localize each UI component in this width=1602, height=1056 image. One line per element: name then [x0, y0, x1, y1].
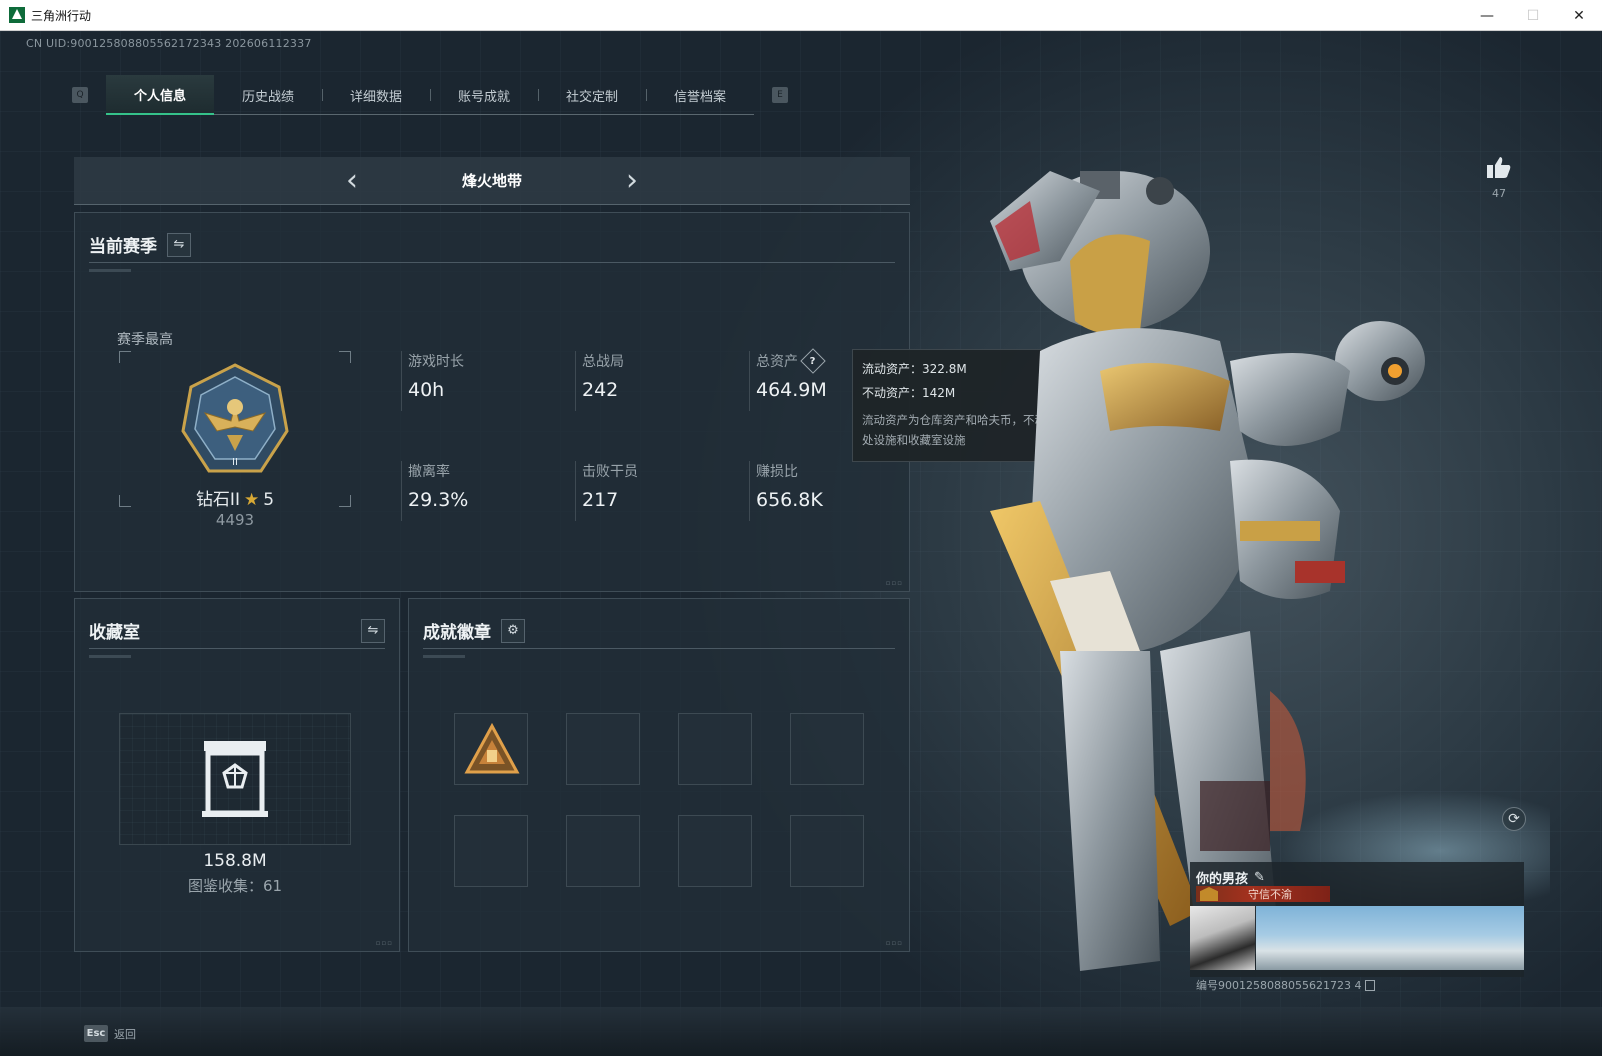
tab-detailed-data[interactable]: 详细数据 [322, 75, 430, 115]
header-underline [423, 655, 465, 658]
stat-value: 29.3% [408, 489, 469, 511]
badge-slot[interactable] [678, 713, 752, 785]
player-card[interactable]: 你的男孩 ✎ 守信不渝 [1190, 862, 1524, 977]
stat-total-matches: 总战局 242 [575, 351, 725, 411]
header-underline [89, 655, 131, 658]
stat-value: 656.8K [756, 489, 823, 511]
profile-tab-bar: Q 个人信息 历史战绩 详细数据 账号成就 社交定制 信誉档案 E [72, 75, 788, 115]
frame-corner [339, 495, 351, 507]
stat-operators-defeated: 击败干员 217 [575, 461, 725, 521]
avatar[interactable] [1190, 906, 1255, 970]
header-underline [89, 269, 131, 272]
badge-slot[interactable] [790, 713, 864, 785]
rank-tier: 钻石II [195, 490, 240, 510]
stat-value: 242 [582, 379, 619, 401]
stat-playtime: 游戏时长 40h [401, 351, 551, 411]
stat-value: 40h [408, 379, 445, 401]
tab-history[interactable]: 历史战绩 [214, 75, 322, 115]
collection-title: 收藏室 [89, 623, 140, 643]
mode-selector: ‹ 烽火地带 › [74, 157, 910, 205]
season-panel: 当前赛季 ⇋ 赛季最高 II 钻石II ★ 5 4493 游戏时长 40h 总战局 … [74, 212, 910, 592]
collection-value: 158.8M [203, 851, 267, 871]
refresh-icon[interactable]: ⟳ [1502, 807, 1526, 831]
edit-pencil-icon[interactable]: ✎ [1254, 870, 1265, 885]
player-name: 你的男孩 [1196, 872, 1249, 887]
player-name-row: 你的男孩 ✎ [1196, 868, 1265, 887]
back-label[interactable]: 返回 [114, 1026, 136, 1042]
help-icon[interactable]: ? [800, 348, 826, 374]
app-logo-icon [9, 7, 25, 23]
badge-slot[interactable] [454, 713, 528, 785]
tab-credit[interactable]: 信誉档案 [646, 75, 754, 115]
season-title: 当前赛季 [89, 237, 157, 257]
rank-stars: 5 [263, 490, 275, 510]
stat-value: 217 [582, 489, 619, 511]
stat-label: 游戏时长 [408, 354, 464, 370]
swap-icon[interactable]: ⇋ [361, 618, 385, 643]
vault-icon [202, 741, 268, 817]
badge-slot[interactable] [566, 713, 640, 785]
star-icon: ★ [243, 490, 260, 510]
tabs: 个人信息 历史战绩 详细数据 账号成就 社交定制 信誉档案 [106, 75, 754, 115]
player-banner-image [1256, 906, 1524, 970]
player-title: 守信不渝 [1248, 888, 1292, 901]
thumbs-up-icon[interactable] [1486, 155, 1512, 179]
badge-triangle-icon [464, 722, 520, 774]
next-tab-key-hint[interactable]: E [772, 87, 788, 103]
window-titlebar: 三角洲行动 — ☐ ✕ [0, 0, 1602, 31]
window-title: 三角洲行动 [31, 8, 92, 23]
frame-corner [339, 351, 351, 363]
title-emblem-icon [1200, 887, 1218, 901]
frame-corner [119, 351, 131, 363]
chevron-left-icon[interactable]: ‹ [332, 163, 372, 198]
game-viewport: CN UID:900125808805562172343 20260611233… [0, 31, 1602, 1056]
rank-emblem-icon: II [181, 363, 289, 473]
chevron-right-icon[interactable]: › [612, 163, 652, 198]
stat-label-text: 总资产 [756, 354, 798, 370]
rank-score: 4493 [215, 511, 255, 529]
badge-slot[interactable] [678, 815, 752, 887]
mode-label: 烽火地带 [461, 172, 522, 190]
tab-social[interactable]: 社交定制 [538, 75, 646, 115]
maximize-button[interactable]: ☐ [1510, 0, 1556, 31]
prev-tab-key-hint[interactable]: Q [72, 87, 88, 103]
esc-key-hint[interactable]: Esc [84, 1025, 108, 1042]
rank-name: 钻石II ★ 5 [145, 485, 325, 510]
player-id-row: 编号9001258088055621723 4 [1196, 977, 1376, 993]
collection-panel[interactable]: 收藏室 ⇋ 158.8M 图鉴收集：61 ▫▫▫ [74, 598, 400, 952]
achievements-panel: 成就徽章 ⚙ ▫▫▫ [408, 598, 910, 952]
gear-icon[interactable]: ⚙ [501, 618, 525, 643]
badge-slot[interactable] [566, 815, 640, 887]
player-id: 编号9001258088055621723 4 [1196, 979, 1362, 992]
like-count: 47 [1492, 187, 1506, 200]
achievements-panel-header: 成就徽章 ⚙ [423, 613, 895, 649]
stat-label: 撤离率 [408, 464, 450, 480]
panel-corner-decoration: ▫▫▫ [375, 939, 393, 947]
close-button[interactable]: ✕ [1556, 0, 1602, 31]
bottom-bar [0, 1007, 1602, 1056]
svg-text:II: II [232, 457, 238, 468]
minimize-button[interactable]: — [1464, 0, 1510, 31]
stat-label: 总战局 [582, 354, 624, 370]
stat-extraction-rate: 撤离率 29.3% [401, 461, 551, 521]
window-controls: — ☐ ✕ [1464, 0, 1602, 31]
frame-corner [119, 495, 131, 507]
copy-icon[interactable] [1365, 979, 1376, 991]
badge-slot[interactable] [790, 815, 864, 887]
stat-profit-loss-ratio: 赚损比 656.8K [749, 461, 899, 521]
player-title-badge: 守信不渝 [1196, 886, 1330, 902]
collection-count: 图鉴收集：61 [187, 877, 283, 895]
stat-label: 赚损比 [756, 464, 798, 480]
season-panel-header: 当前赛季 ⇋ [89, 227, 895, 263]
help-glyph: ? [810, 355, 816, 367]
achievements-title: 成就徽章 [423, 623, 491, 643]
season-best-label: 赛季最高 [117, 332, 173, 348]
badge-slot[interactable] [454, 815, 528, 887]
collection-panel-header: 收藏室 ⇋ [89, 613, 385, 649]
tab-personal-info[interactable]: 个人信息 [106, 75, 214, 115]
uid-text: CN UID:900125808805562172343 20260611233… [26, 37, 312, 50]
swap-icon[interactable]: ⇋ [167, 232, 191, 257]
tab-achievements[interactable]: 账号成就 [430, 75, 538, 115]
stat-label: 击败干员 [582, 464, 638, 480]
